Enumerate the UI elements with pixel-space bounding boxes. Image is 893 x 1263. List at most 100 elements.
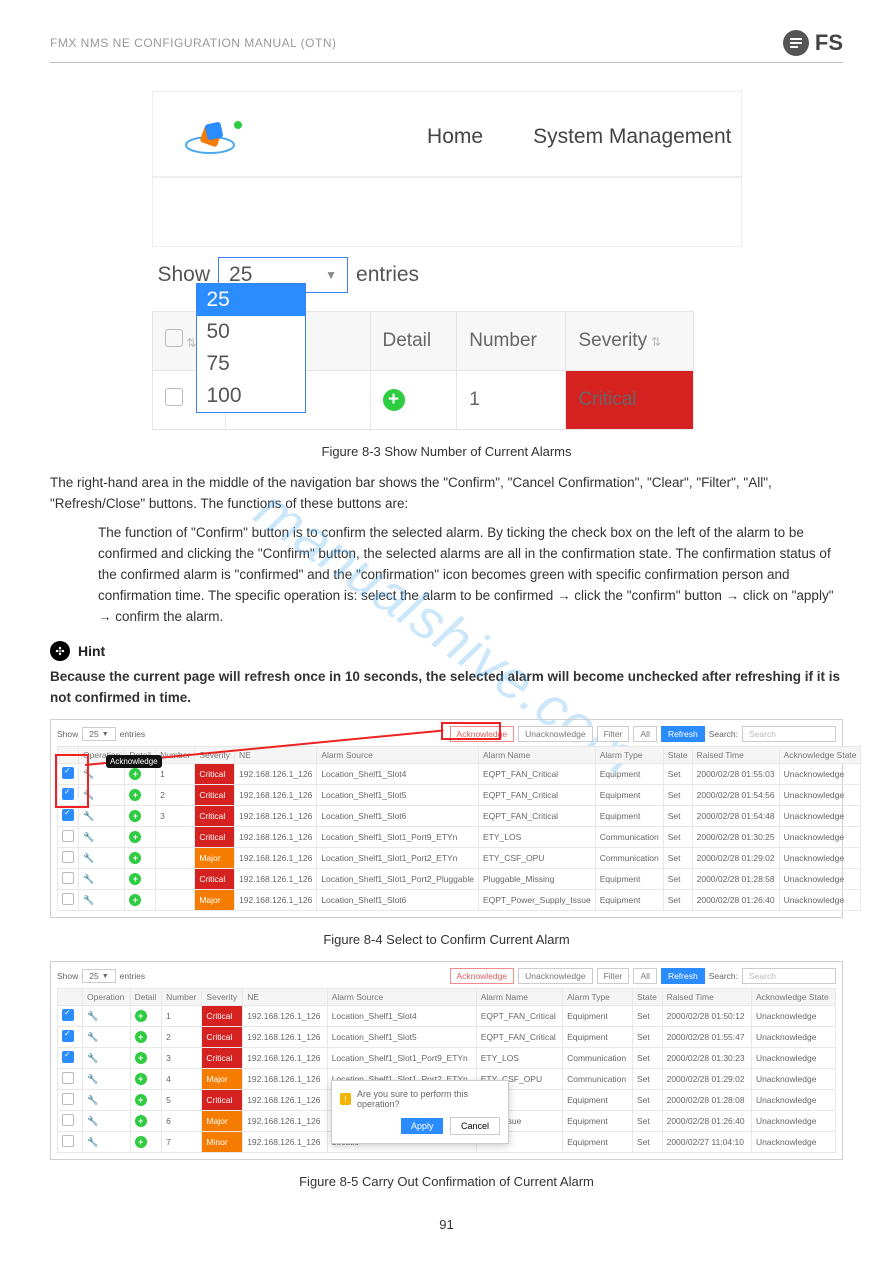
search-input[interactable]: Search — [742, 968, 836, 984]
cell-number: 1 — [457, 371, 566, 430]
entries-option[interactable]: 25 — [197, 284, 305, 316]
entries-label: entries — [356, 263, 419, 287]
col-header: Alarm Name — [476, 989, 562, 1006]
cell-ne: 192.168.126.1_126 — [235, 869, 317, 890]
wrench-icon[interactable]: 🔧 — [87, 1031, 99, 1043]
checkbox-all[interactable] — [165, 329, 183, 347]
cancel-button[interactable]: Cancel — [450, 1117, 500, 1135]
nav-home[interactable]: Home — [427, 125, 483, 149]
table-row: 🔧+1Critical192.168.126.1_126Location_She… — [58, 1006, 836, 1027]
plus-icon[interactable]: + — [135, 1115, 147, 1127]
plus-icon[interactable]: + — [135, 1073, 147, 1085]
cell-ack-state: Unacknowledge — [779, 806, 861, 827]
row-checkbox[interactable] — [62, 809, 74, 821]
unacknowledge-button[interactable]: Unacknowledge — [518, 968, 592, 984]
cell-number: 2 — [156, 785, 195, 806]
plus-icon[interactable]: + — [135, 1010, 147, 1022]
sort-icon[interactable]: ⇅ — [651, 335, 661, 349]
severity-badge: Critical — [195, 806, 235, 827]
entries-select[interactable]: 25 ▼ — [82, 727, 115, 741]
apply-button[interactable]: Apply — [401, 1118, 444, 1134]
severity-badge: Critical — [202, 1048, 243, 1069]
plus-icon[interactable]: + — [383, 389, 405, 411]
all-button[interactable]: All — [633, 726, 656, 742]
search-input[interactable]: Search — [742, 726, 836, 742]
severity-badge: Minor — [202, 1132, 243, 1153]
cell-ne: 192.168.126.1_126 — [235, 848, 317, 869]
acknowledge-button[interactable]: Acknowledge — [450, 968, 515, 984]
cell-ne: 192.168.126.1_126 — [235, 806, 317, 827]
wrench-icon[interactable]: 🔧 — [87, 1115, 99, 1127]
plus-icon[interactable]: + — [135, 1136, 147, 1148]
col-header: Alarm Source — [317, 747, 479, 764]
plus-icon[interactable]: + — [129, 768, 141, 780]
entries-label: entries — [120, 971, 146, 981]
filter-button[interactable]: Filter — [597, 726, 630, 742]
chevron-down-icon: ▼ — [102, 731, 109, 738]
plus-icon[interactable]: + — [135, 1094, 147, 1106]
col-header: Alarm Type — [595, 747, 663, 764]
cell-time: 2000/02/28 01:54:48 — [692, 806, 779, 827]
plus-icon[interactable]: + — [129, 831, 141, 843]
cell-number — [156, 848, 195, 869]
wrench-icon[interactable]: 🔧 — [83, 873, 95, 885]
cell-type: Equipment — [595, 869, 663, 890]
wrench-icon[interactable]: 🔧 — [83, 810, 95, 822]
row-checkbox[interactable] — [62, 1093, 74, 1105]
plus-icon[interactable]: + — [135, 1031, 147, 1043]
search-label: Search: — [709, 971, 738, 981]
nav-system-management[interactable]: System Management — [533, 125, 731, 149]
entries-option[interactable]: 75 — [197, 348, 305, 380]
wrench-icon[interactable]: 🔧 — [87, 1010, 99, 1022]
cell-time: 2000/02/28 01:29:02 — [662, 1069, 751, 1090]
refresh-button[interactable]: Refresh — [661, 968, 705, 984]
plus-icon[interactable]: + — [135, 1052, 147, 1064]
row-checkbox[interactable] — [62, 1135, 74, 1147]
hint-text: Because the current page will refresh on… — [50, 667, 843, 709]
wrench-icon[interactable]: 🔧 — [87, 1094, 99, 1106]
plus-icon[interactable]: + — [129, 894, 141, 906]
entries-select[interactable]: 25 ▼ — [82, 969, 115, 983]
row-checkbox[interactable] — [62, 1051, 74, 1063]
figure-8-5: Show 25 ▼ entries Acknowledge Unacknowle… — [50, 961, 843, 1160]
row-checkbox[interactable] — [62, 872, 74, 884]
cell-time: 2000/02/27 11:04:10 — [662, 1132, 751, 1153]
refresh-button[interactable]: Refresh — [661, 726, 705, 742]
row-checkbox[interactable] — [62, 830, 74, 842]
row-checkbox[interactable] — [62, 1072, 74, 1084]
annotation-box — [441, 722, 501, 740]
plus-icon[interactable]: + — [129, 852, 141, 864]
row-checkbox[interactable] — [165, 388, 183, 406]
col-header: Acknowledge State — [779, 747, 861, 764]
wrench-icon[interactable]: 🔧 — [87, 1073, 99, 1085]
col-header: Operation — [83, 989, 131, 1006]
row-checkbox[interactable] — [62, 851, 74, 863]
row-checkbox[interactable] — [62, 1114, 74, 1126]
entries-option[interactable]: 50 — [197, 316, 305, 348]
cell-state: Set — [663, 806, 692, 827]
entries-option[interactable]: 100 — [197, 380, 305, 412]
row-checkbox[interactable] — [62, 1030, 74, 1042]
app-navbar: Home System Management — [152, 91, 742, 177]
row-checkbox[interactable] — [62, 893, 74, 905]
plus-icon[interactable]: + — [129, 789, 141, 801]
plus-icon[interactable]: + — [129, 810, 141, 822]
cell-alarm-name: EQPT_FAN_Critical — [478, 764, 595, 785]
unacknowledge-button[interactable]: Unacknowledge — [518, 726, 592, 742]
cell-type: Equipment — [595, 890, 663, 911]
cell-time: 2000/02/28 01:50:12 — [662, 1006, 751, 1027]
wrench-icon[interactable]: 🔧 — [83, 831, 95, 843]
table-row: 🔧+3Critical192.168.126.1_126Location_She… — [58, 806, 861, 827]
cell-alarm-name: Pluggable_Missing — [478, 869, 595, 890]
entries-dropdown[interactable]: 25 50 75 100 — [196, 283, 306, 413]
row-checkbox[interactable] — [62, 1009, 74, 1021]
filter-button[interactable]: Filter — [597, 968, 630, 984]
wrench-icon[interactable]: 🔧 — [87, 1136, 99, 1148]
cell-time: 2000/02/28 01:29:02 — [692, 848, 779, 869]
plus-icon[interactable]: + — [129, 873, 141, 885]
wrench-icon[interactable]: 🔧 — [83, 852, 95, 864]
cell-source: Location_Shelf1_Slot4 — [317, 764, 479, 785]
wrench-icon[interactable]: 🔧 — [87, 1052, 99, 1064]
all-button[interactable]: All — [633, 968, 656, 984]
wrench-icon[interactable]: 🔧 — [83, 894, 95, 906]
